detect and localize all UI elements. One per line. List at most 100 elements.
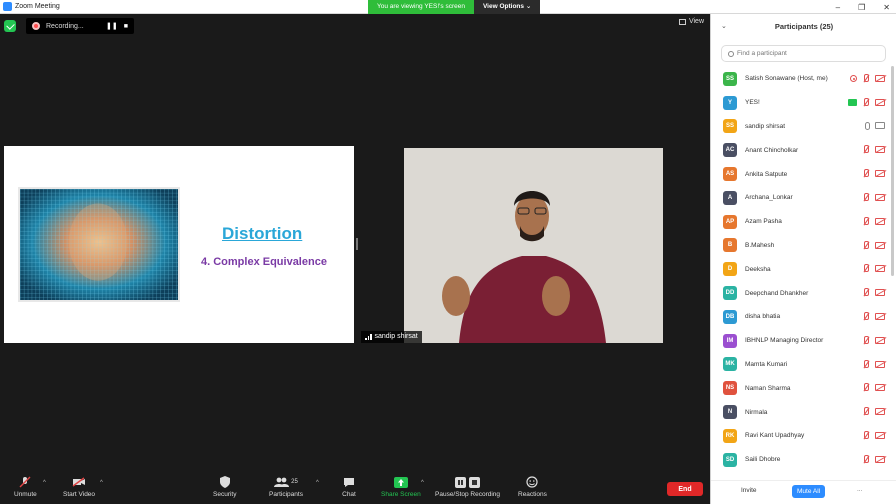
participant-status-icons (862, 240, 885, 250)
participant-status-icons (862, 145, 885, 154)
participant-row[interactable]: RK Ravi Kant Upadhyay (711, 424, 891, 448)
participant-search[interactable] (721, 45, 886, 62)
security-button[interactable]: Security (213, 476, 236, 498)
audio-options-caret-icon[interactable]: ^ (43, 480, 46, 486)
participant-status-icons (862, 335, 885, 345)
participants-button[interactable]: 25 Participants (269, 476, 303, 498)
participant-status-icons (862, 216, 885, 226)
participant-search-input[interactable] (737, 50, 877, 57)
participant-row[interactable]: DD Deepchand Dhankher (711, 281, 891, 305)
pause-stop-recording-button[interactable]: Pause/Stop Recording (435, 476, 500, 498)
shared-screen-slide: Distortion 4. Complex Equivalence (4, 146, 354, 343)
microphone-muted-icon (862, 192, 870, 202)
start-video-button[interactable]: Start Video (63, 476, 95, 498)
share-options-caret-icon[interactable]: ^ (421, 480, 424, 486)
participant-name: Deepchand Dhankher (745, 289, 809, 297)
participant-row[interactable]: MK Mamta Kumari (711, 353, 891, 377)
participant-name: Deeksha (745, 265, 771, 273)
microphone-muted-icon (862, 145, 870, 154)
participant-row[interactable]: B B.Mahesh (711, 234, 891, 258)
avatar: D (723, 262, 737, 277)
slide-subheading: 4. Complex Equivalence (201, 256, 327, 268)
avatar: AC (723, 143, 737, 158)
more-options-button[interactable]: ... (857, 486, 862, 493)
participant-row[interactable]: A Archana_Lonkar (711, 186, 891, 210)
end-meeting-button[interactable]: End (667, 482, 703, 496)
participant-row[interactable]: AS Ankita Satpute (711, 162, 891, 186)
share-screen-button[interactable]: Share Screen (381, 476, 421, 498)
video-off-icon (875, 336, 885, 344)
reactions-button[interactable]: Reactions (518, 476, 547, 498)
microphone-muted-icon (862, 288, 870, 297)
participant-status-icons (862, 311, 885, 321)
microphone-muted-icon (862, 169, 870, 178)
participant-name: Azam Pasha (745, 218, 782, 226)
chat-bubble-icon (342, 476, 356, 488)
unmute-button[interactable]: Unmute (14, 476, 37, 498)
stop-recording-icon[interactable]: ■ (124, 23, 128, 30)
microphone-icon (865, 121, 870, 130)
avatar: MK (723, 357, 737, 372)
participant-row[interactable]: D Deeksha (711, 257, 891, 281)
mute-all-button[interactable]: Mute All (792, 485, 826, 498)
microphone-muted-icon (18, 476, 32, 488)
participants-icon: 25 (273, 476, 299, 488)
close-icon[interactable]: ✕ (883, 3, 890, 12)
maximize-icon[interactable]: ❐ (858, 3, 865, 12)
video-options-caret-icon[interactable]: ^ (100, 480, 103, 486)
video-off-icon (875, 241, 885, 249)
participants-options-caret-icon[interactable]: ^ (316, 480, 319, 486)
video-off-icon (875, 289, 885, 297)
video-off-icon (875, 75, 885, 82)
participants-panel: ⌄ Participants (25) SSSatish Sonawane (H… (710, 14, 896, 504)
unmute-label: Unmute (14, 491, 37, 498)
participant-row[interactable]: SS sandip shirsat (711, 115, 891, 139)
microphone-muted-icon (862, 97, 870, 107)
participant-row[interactable]: SD Saili Dhobre (711, 448, 891, 472)
distorted-face-image (18, 187, 180, 302)
participant-name: disha bhatia (745, 313, 781, 321)
participant-row[interactable]: N Nirmala (711, 400, 891, 424)
participant-name: Naman Sharma (745, 384, 791, 392)
video-off-icon (875, 360, 885, 368)
invite-button[interactable]: Invite (741, 487, 757, 494)
participant-status-icons (862, 169, 885, 178)
view-label: View (688, 18, 704, 25)
reactions-smiley-icon (525, 476, 539, 488)
participant-row[interactable]: AP Azam Pasha (711, 210, 891, 234)
pause-recording-icon[interactable]: ❚❚ (106, 22, 118, 30)
participant-name: Archana_Lonkar (745, 194, 793, 202)
participant-row[interactable]: Y YES! (711, 91, 891, 115)
microphone-muted-icon (862, 311, 870, 321)
participant-list-scrollbar[interactable] (891, 66, 894, 276)
view-button[interactable]: View (678, 18, 704, 25)
participant-name: YES! (745, 99, 760, 107)
avatar: SS (723, 71, 737, 86)
encryption-shield-icon[interactable] (4, 20, 16, 32)
microphone-muted-icon (862, 407, 870, 416)
participant-row[interactable]: IM IBHNLP Managing Director (711, 329, 891, 353)
meeting-toolbar: Unmute ^ Start Video ^ Security 25 Parti… (0, 472, 710, 504)
participant-list: SS Satish Sonawane (Host, me) Y YES! SS sandi… (711, 67, 891, 472)
participant-row[interactable]: NS Naman Sharma (711, 376, 891, 400)
chevron-down-icon: ⌄ (525, 3, 532, 10)
slide-heading: Distortion (222, 224, 303, 243)
view-options-button[interactable]: View Options ⌄ (473, 0, 541, 14)
participant-row[interactable]: SS Satish Sonawane (Host, me) (711, 67, 891, 91)
avatar: A (723, 190, 737, 205)
participant-row[interactable]: AC Anant Chincholkar (711, 138, 891, 162)
video-off-icon (875, 265, 885, 273)
microphone-muted-icon (862, 335, 870, 345)
microphone-muted-icon (862, 264, 870, 273)
participant-row[interactable]: DB disha bhatia (711, 305, 891, 329)
chat-button[interactable]: Chat (342, 476, 356, 498)
minimize-icon[interactable]: – (836, 3, 840, 12)
participant-status-icons (862, 264, 885, 273)
participant-status-icons (862, 454, 885, 464)
zoom-app-icon (3, 2, 12, 11)
participant-status-icons (848, 97, 885, 107)
split-view-handle[interactable] (356, 238, 358, 250)
viewing-banner: You are viewing YES!'s screen View Optio… (368, 0, 541, 14)
microphone-muted-icon (862, 240, 870, 250)
participant-status-icons (862, 192, 885, 202)
